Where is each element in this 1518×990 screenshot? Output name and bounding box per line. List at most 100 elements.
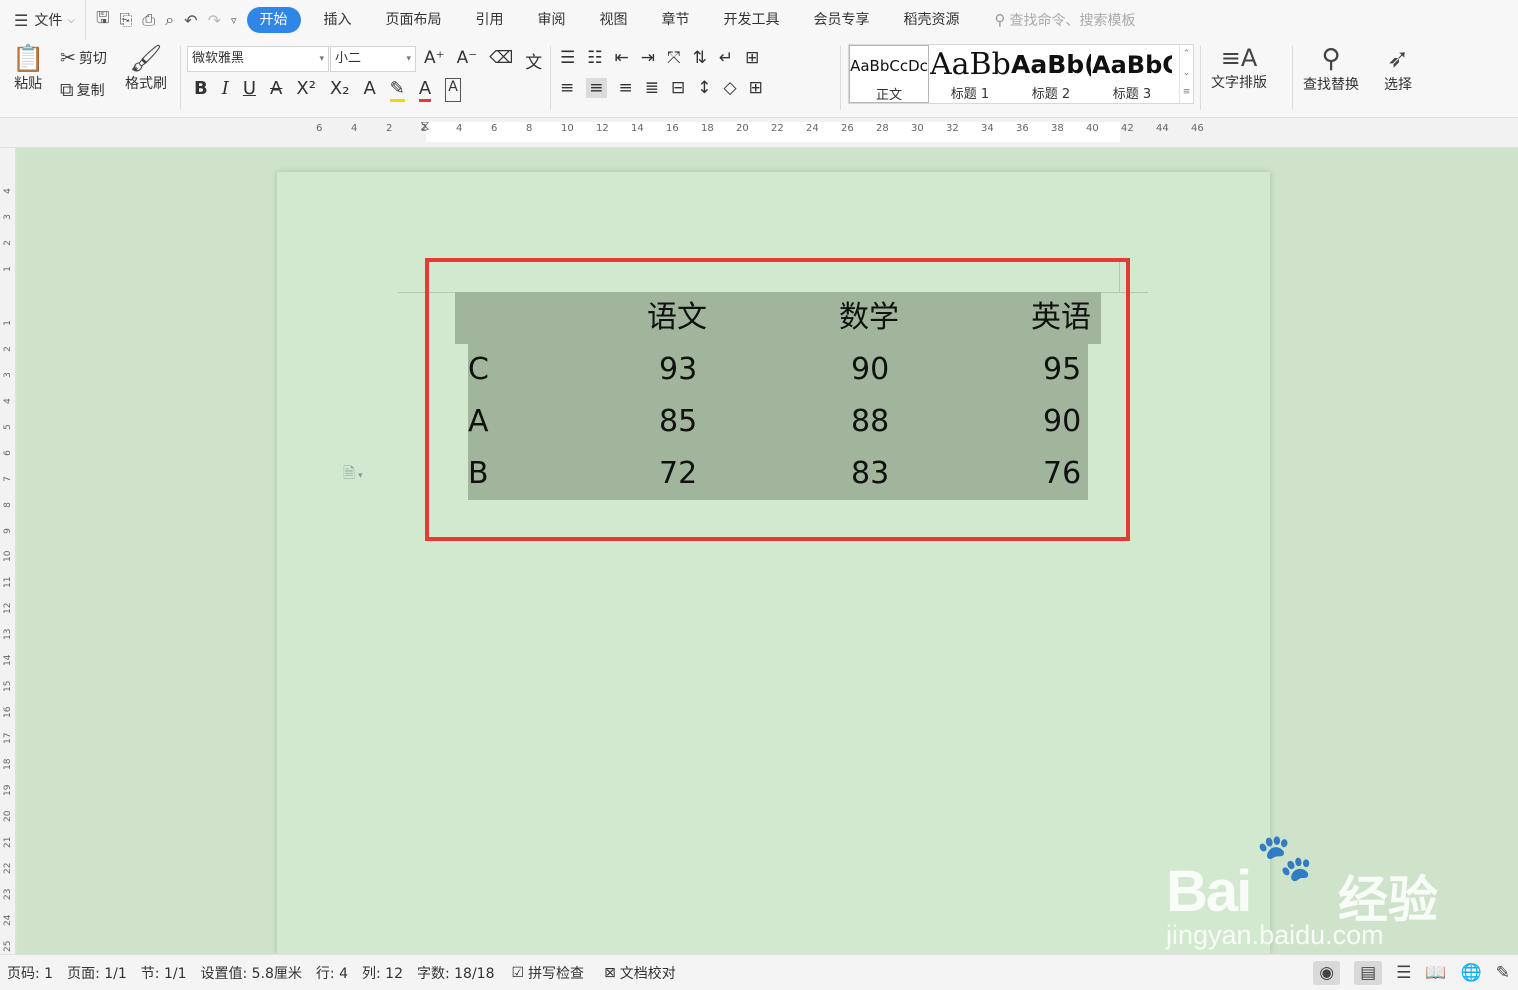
ruler-tick: 24: [3, 914, 13, 926]
style-item-3[interactable]: AaBbC 标题 3: [1092, 45, 1172, 103]
align-right-icon[interactable]: ≡: [619, 78, 633, 98]
status-col[interactable]: 列: 12: [355, 963, 410, 983]
text-effect-icon[interactable]: A: [363, 78, 375, 102]
format-painter-button[interactable]: 🖌 格式刷: [125, 46, 167, 93]
style-item-0[interactable]: AaBbCcDc 正文: [849, 45, 929, 103]
phonetic-guide-icon[interactable]: 文: [525, 48, 542, 73]
style-item-1[interactable]: AaBb 标题 1: [930, 45, 1010, 103]
tab-1[interactable]: 插入: [307, 7, 369, 33]
styles-scroll[interactable]: ⌃ ⌄ ≡: [1179, 45, 1193, 103]
find-replace-button[interactable]: ⚲ 查找替换: [1303, 46, 1359, 94]
font-name-value: 微软雅黑: [192, 51, 245, 66]
eye-protection-icon[interactable]: ◉: [1313, 961, 1341, 985]
ruler-tick: 32: [946, 123, 959, 134]
ruler-tick: 36: [1016, 123, 1029, 134]
scissors-icon: ✂: [60, 46, 76, 69]
bullet-list-icon[interactable]: ☰: [560, 48, 575, 68]
reading-view-icon[interactable]: 📖: [1425, 963, 1446, 983]
tab-2[interactable]: 页面布局: [369, 7, 459, 33]
page-view-icon[interactable]: ▤: [1354, 961, 1383, 985]
ruler-tick: 7: [3, 476, 13, 482]
justify-icon[interactable]: ≣: [645, 78, 659, 98]
tab-5[interactable]: 视图: [583, 7, 645, 33]
tab-4[interactable]: 审阅: [521, 7, 583, 33]
customize-icon[interactable]: ▿: [231, 14, 237, 27]
status-word-count[interactable]: 字数: 18/18: [410, 963, 502, 983]
print-icon[interactable]: ⎙: [142, 10, 155, 30]
italic-icon[interactable]: I: [222, 78, 229, 102]
copy-button[interactable]: ⧉ 复制: [60, 80, 105, 100]
ruler-tick: 3: [3, 214, 13, 220]
ruler-tick: 6: [491, 123, 498, 134]
align-left-icon[interactable]: ≡: [560, 78, 574, 98]
status-page-num[interactable]: 页码: 1: [0, 963, 60, 983]
status-section[interactable]: 节: 1/1: [134, 963, 194, 983]
chinese-layout-icon[interactable]: ⤧: [667, 48, 681, 68]
font-style-tools: B I U A X² X₂ A ✎ A A: [194, 78, 461, 102]
numbered-list-icon[interactable]: ☷: [587, 48, 602, 68]
tab-3[interactable]: 引用: [459, 7, 521, 33]
pen-icon[interactable]: ✎: [1496, 963, 1510, 983]
undo-icon[interactable]: ↶: [184, 11, 197, 30]
show-marks-icon[interactable]: ↵: [719, 48, 733, 68]
horizontal-ruler[interactable]: ⧖ 6 4 2 2 4 6 8 10 12 14 16 18 20 22 24 26 28 30 32 34 36 38 4…: [0, 118, 1518, 148]
redo-icon[interactable]: ↷: [208, 11, 221, 30]
style-sample: AaBb: [930, 47, 1010, 82]
char-border-icon[interactable]: A: [445, 78, 461, 102]
underline-icon[interactable]: U: [243, 78, 256, 102]
increase-indent-icon[interactable]: ⇥: [641, 48, 655, 68]
tab-8[interactable]: 会员专享: [797, 7, 887, 33]
tab-7[interactable]: 开发工具: [707, 7, 797, 33]
grow-font-icon[interactable]: A⁺: [424, 48, 445, 73]
status-pages[interactable]: 页面: 1/1: [60, 963, 134, 983]
outline-view-icon[interactable]: ☰: [1396, 963, 1411, 983]
print-preview-icon[interactable]: ⌕: [165, 10, 174, 30]
annotation-highlight-box: [425, 258, 1130, 541]
bold-icon[interactable]: B: [194, 78, 208, 102]
checkbox-icon: ☑: [511, 964, 525, 981]
shrink-font-icon[interactable]: A⁻: [457, 48, 478, 73]
borders-icon[interactable]: ⊞: [749, 78, 763, 98]
ruler-tick: 16: [666, 123, 679, 134]
shading-icon[interactable]: ◇: [724, 78, 737, 98]
strikethrough-icon[interactable]: A: [270, 78, 282, 102]
paragraph-layout-icon[interactable]: 🗎 ▾: [343, 463, 363, 488]
tab-9[interactable]: 稻壳资源: [887, 7, 977, 33]
font-name-select[interactable]: 微软雅黑 ▾: [187, 46, 329, 72]
clear-format-icon[interactable]: ⌫: [489, 48, 513, 73]
text-layout-button[interactable]: ≡A 文字排版: [1211, 46, 1267, 92]
sort-icon[interactable]: ⇅: [693, 48, 707, 68]
save-icon[interactable]: 🖫: [96, 7, 110, 34]
watermark-brand: Bai: [1166, 859, 1252, 924]
vertical-ruler[interactable]: 4 3 2 1 1 2 3 4 5 6 7 8 9 10 11 12 13 14 15 16 17 18 19 20 21 22 2…: [0, 148, 16, 954]
export-icon[interactable]: ⎘: [120, 10, 133, 30]
chevron-down-icon: ⌵: [67, 14, 75, 26]
spell-check-button[interactable]: ☑ 拼写检查: [502, 963, 595, 983]
divider: [1292, 46, 1293, 110]
command-search[interactable]: ⚲ 查找命令、搜索模板: [995, 10, 1136, 30]
web-view-icon[interactable]: 🌐: [1461, 963, 1482, 983]
select-button[interactable]: ➶ 选择: [1384, 46, 1412, 94]
paste-button[interactable]: 📋 粘贴: [12, 46, 44, 93]
distribute-icon[interactable]: ⊟: [671, 78, 685, 98]
status-setting[interactable]: 设置值: 5.8厘米: [193, 963, 308, 983]
ruler-tick: 20: [3, 810, 13, 822]
status-row[interactable]: 行: 4: [309, 963, 355, 983]
tab-ruler-icon[interactable]: ⊞: [745, 48, 759, 68]
tab-6[interactable]: 章节: [645, 7, 707, 33]
cut-button[interactable]: ✂ 剪切: [60, 48, 107, 68]
align-center-icon[interactable]: ≡: [586, 78, 607, 98]
font-color-icon[interactable]: A: [418, 78, 432, 102]
font-size-value: 小二: [335, 51, 362, 66]
superscript-icon[interactable]: X²: [296, 78, 316, 102]
subscript-icon[interactable]: X₂: [330, 78, 350, 102]
tab-0[interactable]: 开始: [246, 7, 301, 33]
doc-proof-button[interactable]: ⊠ 文档校对: [594, 963, 686, 983]
decrease-indent-icon[interactable]: ⇤: [615, 48, 629, 68]
file-menu[interactable]: ☰ 文件 ⌵: [0, 0, 85, 40]
font-size-select[interactable]: 小二 ▾: [330, 46, 416, 72]
cut-label: 剪切: [78, 51, 107, 67]
style-item-2[interactable]: AaBb(标题 2: [1011, 45, 1091, 103]
highlight-icon[interactable]: ✎: [389, 78, 405, 102]
line-spacing-icon[interactable]: ↕: [697, 78, 711, 98]
